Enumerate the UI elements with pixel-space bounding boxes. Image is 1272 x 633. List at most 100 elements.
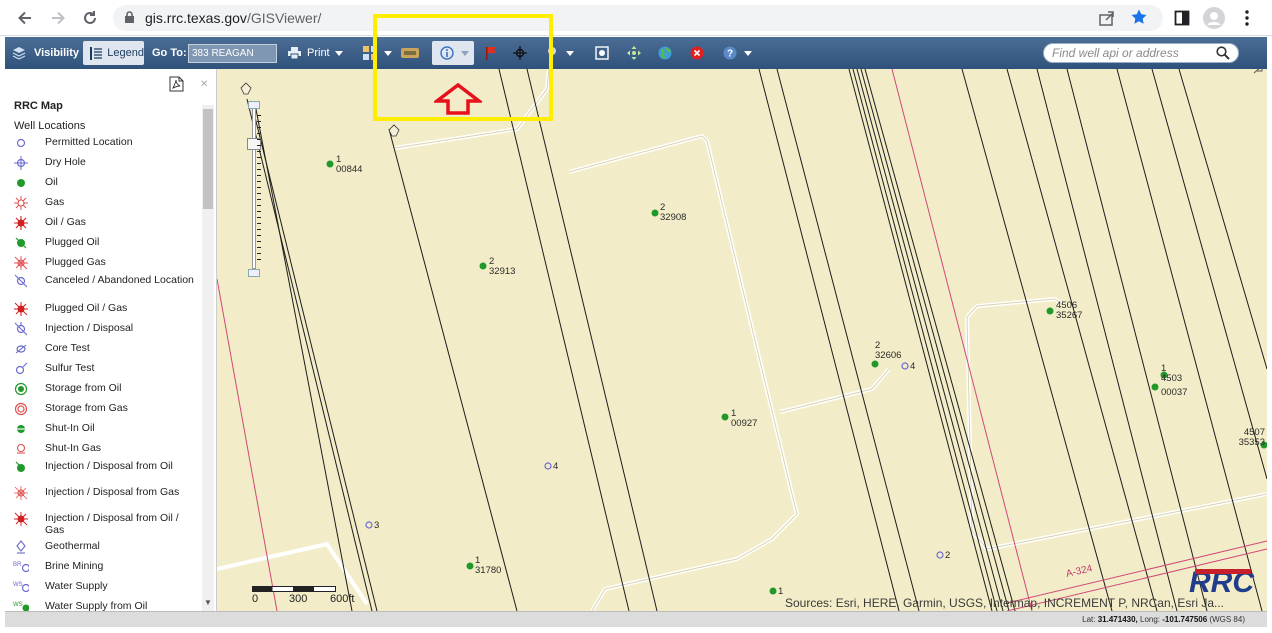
well-label[interactable]: 2 32908: [660, 203, 686, 223]
well-label[interactable]: 4506 35267: [1056, 301, 1082, 321]
legend-scrollbar[interactable]: ▼: [202, 105, 214, 611]
well-label[interactable]: 4507 35353: [1233, 428, 1265, 448]
full-extent-button[interactable]: [593, 41, 611, 65]
injection-oil-icon: [13, 460, 29, 474]
plugged-gas-icon: [13, 256, 29, 270]
legend-item-label: Injection / Disposal: [45, 322, 134, 334]
legend-item-label: Oil / Gas: [45, 216, 86, 228]
well-label[interactable]: 2: [945, 551, 950, 561]
legend-title: RRC Map: [14, 100, 63, 112]
move-arrows-icon: [625, 44, 643, 62]
canceled-location-icon: [13, 274, 29, 288]
zoom-in-button[interactable]: [248, 101, 260, 109]
legend-item-label: Injection / Disposal from Oil: [45, 460, 173, 472]
bookmark-star-icon[interactable]: [1130, 8, 1148, 31]
oil-gas-icon: [13, 216, 29, 230]
plugged-oil-icon: [13, 236, 29, 250]
help-button[interactable]: ?: [721, 41, 752, 65]
address-bar[interactable]: gis.rrc.texas.gov/GISViewer/: [113, 5, 1163, 31]
legend-panel: ✕ RRC Map Well Locations Permitted Locat…: [5, 69, 217, 611]
legend-item-label: Dry Hole: [45, 156, 86, 168]
core-test-icon: [13, 342, 29, 356]
list-icon: [87, 44, 104, 62]
reload-icon[interactable]: [78, 6, 102, 30]
print-button[interactable]: Print: [285, 41, 351, 65]
map-attribution: Sources: Esri, HERE, Garmin, USGS, Inter…: [785, 596, 1225, 610]
map-view[interactable]: RRC 0 300 600ft 1 00844 2 32908 2 32913 450…: [217, 69, 1267, 611]
legend-item-label: Water Supply from Oil: [45, 600, 148, 611]
zoom-slider[interactable]: [247, 101, 261, 279]
forward-icon[interactable]: [46, 6, 70, 30]
legend-item-label: Injection / Disposal from Gas: [45, 486, 180, 498]
legend-item-label: Geothermal: [45, 540, 100, 552]
oil-icon: [13, 176, 29, 190]
svg-text:?: ?: [727, 49, 733, 60]
legend-item-label: Oil: [45, 176, 58, 188]
search-icon[interactable]: [1216, 46, 1230, 65]
scroll-down-icon[interactable]: ▼: [204, 598, 212, 607]
well-search-input[interactable]: [1044, 44, 1214, 62]
injection-oil-gas-icon: [13, 512, 29, 526]
well-label[interactable]: 00037: [1161, 388, 1187, 398]
share-icon[interactable]: [1098, 9, 1116, 32]
well-label[interactable]: 4: [553, 462, 558, 472]
legend-item-label: Sulfur Test: [45, 362, 95, 374]
legend-item-label: Canceled / Abandoned Location: [45, 274, 194, 286]
clear-button[interactable]: [688, 41, 706, 65]
road-edges: [394, 69, 1267, 611]
well-label[interactable]: 3: [374, 521, 379, 531]
legend-item-label: Shut-In Oil: [45, 422, 95, 434]
back-icon[interactable]: [13, 6, 37, 30]
close-circle-icon: [688, 44, 706, 62]
well-label[interactable]: 1 4503: [1161, 364, 1182, 384]
sulfur-test-icon: [13, 362, 29, 376]
visibility-button[interactable]: Visibility: [11, 41, 79, 65]
more-menu-icon[interactable]: [1235, 6, 1259, 30]
well-search-box[interactable]: [1043, 43, 1239, 63]
geothermal-icon: [13, 540, 29, 554]
well-label[interactable]: 1 00844: [336, 155, 362, 175]
rrc-logo: RRC: [1189, 566, 1255, 599]
goto-input[interactable]: [188, 44, 277, 63]
legend-item-label: Plugged Oil: [45, 236, 100, 248]
legend-item-label: Shut-In Gas: [45, 442, 102, 454]
well-label[interactable]: 2 32913: [489, 257, 515, 277]
expand-map-icon: [1253, 69, 1263, 74]
legend-item-label: Permitted Location: [45, 136, 133, 148]
injection-disposal-icon: [13, 322, 29, 336]
legend-button[interactable]: Legend: [83, 41, 144, 65]
browser-chrome: gis.rrc.texas.gov/GISViewer/: [0, 0, 1272, 36]
layers-icon: [11, 44, 28, 62]
url-text: gis.rrc.texas.gov/GISViewer/: [145, 10, 322, 26]
legend-item-label: Storage from Oil: [45, 382, 122, 394]
injection-gas-icon: [13, 486, 29, 500]
well-label[interactable]: 1: [778, 587, 783, 597]
globe-icon: [656, 44, 674, 62]
well-label[interactable]: 4: [910, 362, 915, 372]
legend-scroll-thumb[interactable]: [203, 109, 213, 209]
pan-button[interactable]: [625, 41, 643, 65]
legend-item-label: Water Supply: [45, 580, 108, 592]
legend-item-label: Plugged Gas: [45, 256, 106, 268]
profile-avatar-icon[interactable]: [1202, 6, 1226, 30]
legend-item-label: Gas: [45, 196, 65, 208]
well-label[interactable]: 1 31780: [475, 556, 501, 576]
side-panel-icon[interactable]: [1170, 6, 1194, 30]
well-label[interactable]: 1 00927: [731, 409, 757, 429]
zoom-out-button[interactable]: [248, 269, 260, 277]
close-panel-icon[interactable]: ✕: [200, 79, 208, 90]
legend-item-label: Injection / Disposal from Oil / Gas: [45, 512, 179, 536]
gas-icon: [13, 196, 29, 210]
well-label[interactable]: 2 32606: [875, 341, 901, 361]
legend-item-label: Core Test: [45, 342, 90, 354]
storage-gas-icon: [13, 402, 29, 416]
water-supply-oil-icon: WS: [13, 600, 29, 611]
legend-item-label: Plugged Oil / Gas: [45, 302, 128, 314]
permitted-location-icon: [13, 136, 29, 150]
pdf-export-icon[interactable]: [169, 76, 184, 97]
printer-icon: [285, 44, 303, 62]
shut-in-oil-icon: [13, 422, 29, 436]
storage-oil-icon: [13, 382, 29, 396]
globe-button[interactable]: [656, 41, 674, 65]
shut-in-gas-icon: [13, 442, 29, 456]
